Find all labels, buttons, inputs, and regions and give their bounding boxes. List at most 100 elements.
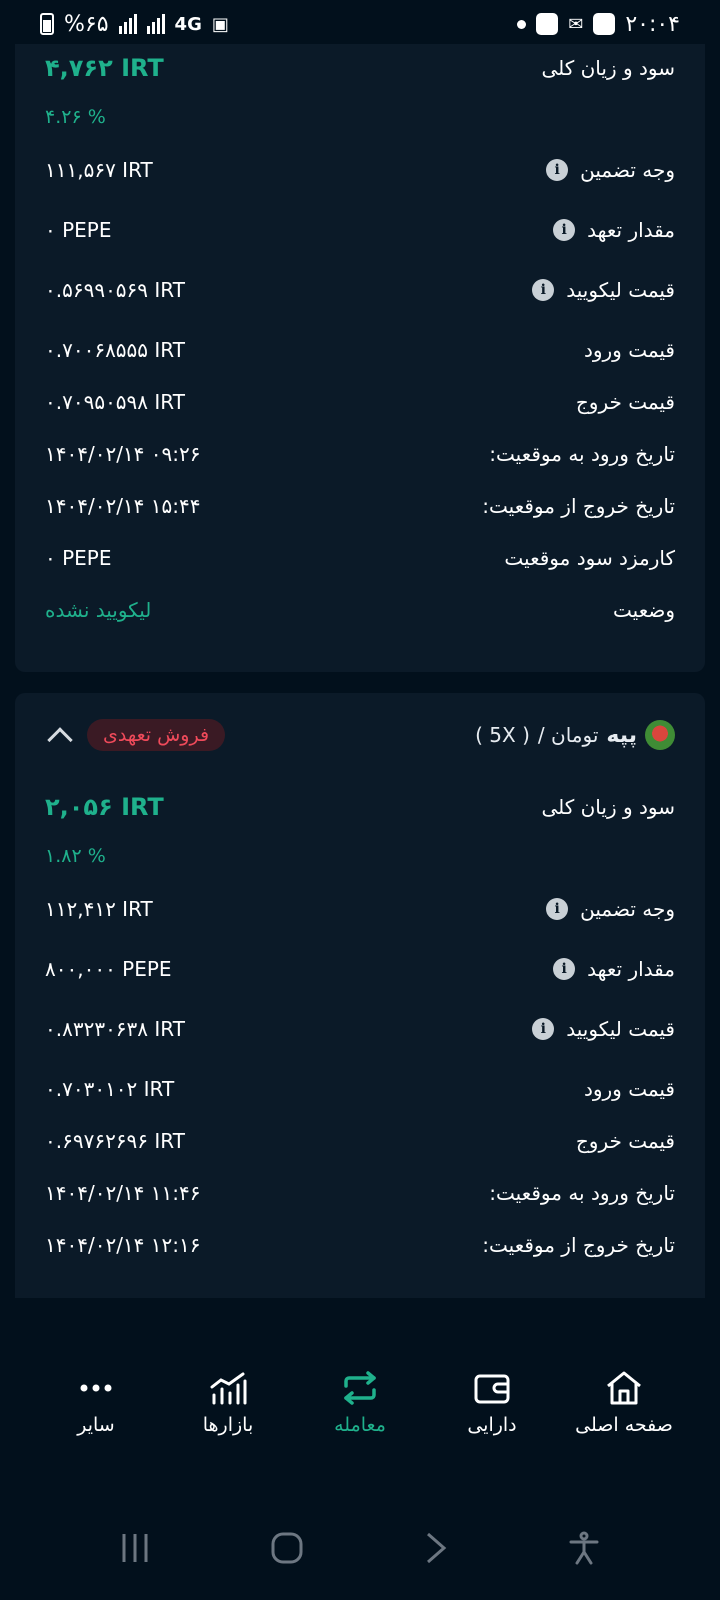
status-left: %۶۵ 4G ▣ xyxy=(40,12,229,37)
status-bar: %۶۵ 4G ▣ ✉ ۲۰:۰۴ xyxy=(0,0,720,48)
nav-markets-label: بازارها xyxy=(202,1414,254,1436)
commitment-row: ۸۰۰,۰۰۰ PEPE مقدار تعهد i xyxy=(45,957,675,981)
nav-more[interactable]: سایر xyxy=(36,1370,156,1436)
total-pnl-percent: ۴.۲۶ % xyxy=(45,106,106,128)
exit-price-label: قیمت خروج xyxy=(575,1129,675,1153)
total-pnl-percent: ۱.۸۲ % xyxy=(45,845,106,867)
network-type: 4G xyxy=(174,13,202,35)
margin-row: ۱۱۲,۴۱۲ IRT وجه تضمین i xyxy=(45,897,675,921)
status-label: وضعیت xyxy=(613,598,675,622)
info-icon[interactable]: i xyxy=(546,159,569,181)
liquidation-price-row: ۰.۸۳۲۳۰۶۳۸ IRT قیمت لیکویید i xyxy=(45,1017,675,1041)
exit-price-row: ۰.۷۰۹۵۰۵۹۸ IRT قیمت خروج xyxy=(45,390,675,414)
entry-price-value: ۰.۷۰۳۰۱۰۲ IRT xyxy=(45,1077,175,1101)
chevron-up-icon[interactable] xyxy=(47,727,73,753)
entry-price-row: ۰.۷۰۳۰۱۰۲ IRT قیمت ورود xyxy=(45,1077,675,1101)
nav-home-label: صفحه اصلی xyxy=(575,1414,673,1436)
exit-price-label: قیمت خروج xyxy=(575,390,675,414)
entry-price-row: ۰.۷۰۰۶۸۵۵۵ IRT قیمت ورود xyxy=(45,338,675,362)
commitment-label: مقدار تعهد xyxy=(587,218,675,242)
market-title: ( 5X ) / تومان پپه xyxy=(475,720,675,750)
info-icon[interactable]: i xyxy=(553,219,576,241)
info-icon[interactable]: i xyxy=(553,958,576,980)
info-icon[interactable]: i xyxy=(532,1018,555,1040)
nav-assets-label: دارایی xyxy=(467,1414,517,1436)
margin-value: ۱۱۲,۴۱۲ IRT xyxy=(45,897,153,921)
exit-price-value: ۰.۶۹۷۶۲۶۹۶ IRT xyxy=(45,1129,185,1153)
swap-arrows-icon xyxy=(340,1370,380,1406)
notification-dot-icon xyxy=(517,19,527,29)
total-pnl-label: سود و زیان کلی xyxy=(541,795,675,819)
image-notification-icon xyxy=(593,13,616,35)
total-pnl-value: ۴,۷۶۲ IRT xyxy=(45,54,164,82)
app-notification-icon-2: ✉ xyxy=(568,13,584,35)
sim-icon: ▣ xyxy=(211,13,229,35)
nav-markets[interactable]: بازارها xyxy=(168,1370,288,1436)
home-button-icon[interactable] xyxy=(270,1531,304,1569)
bottom-nav: سایر بازارها معامله دارایی صفحه اصلی xyxy=(0,1300,720,1460)
liquidation-price-label: قیمت لیکویید xyxy=(566,1017,675,1041)
commitment-value: ۸۰۰,۰۰۰ PEPE xyxy=(45,957,172,981)
exit-date-row: ۱۴۰۴/۰۲/۱۴ ۱۲:۱۶ تاریخ خروج از موقعیت: xyxy=(45,1233,675,1257)
position-card-1: ۴,۷۶۲ IRT سود و زیان کلی ۴.۲۶ % ۱۱۱,۵۶۷ … xyxy=(15,44,705,672)
leverage: ( 5X ) xyxy=(475,723,530,747)
system-nav-bar xyxy=(0,1500,720,1600)
nav-more-label: سایر xyxy=(77,1414,115,1436)
position-header: فروش تعهدی ( 5X ) / تومان پپه xyxy=(45,715,675,755)
back-icon[interactable] xyxy=(424,1531,448,1569)
commitment-label: مقدار تعهد xyxy=(587,957,675,981)
signal-icon xyxy=(118,14,137,34)
margin-label: وجه تضمین xyxy=(580,897,675,921)
exit-price-row: ۰.۶۹۷۶۲۶۹۶ IRT قیمت خروج xyxy=(45,1129,675,1153)
quote-currency: / تومان xyxy=(537,723,599,747)
position-card-2: فروش تعهدی ( 5X ) / تومان پپه ۲,۰۵۶ IRT … xyxy=(15,693,705,1298)
margin-row: ۱۱۱,۵۶۷ IRT وجه تضمین i xyxy=(45,158,675,182)
wallet-icon xyxy=(472,1370,512,1406)
exit-date-value: ۱۴۰۴/۰۲/۱۴ ۱۵:۴۴ xyxy=(45,494,201,518)
exit-date-label: تاریخ خروج از موقعیت: xyxy=(482,1233,675,1257)
entry-date-value: ۱۴۰۴/۰۲/۱۴ ۱۱:۴۶ xyxy=(45,1181,201,1205)
exit-date-label: تاریخ خروج از موقعیت: xyxy=(482,494,675,518)
side-badge: فروش تعهدی xyxy=(87,719,226,751)
entry-date-value: ۱۴۰۴/۰۲/۱۴ ۰۹:۲۶ xyxy=(45,442,201,466)
margin-value: ۱۱۱,۵۶۷ IRT xyxy=(45,158,153,182)
exit-date-value: ۱۴۰۴/۰۲/۱۴ ۱۲:۱۶ xyxy=(45,1233,201,1257)
status-value: لیکویید نشده xyxy=(45,598,152,622)
nav-trade-label: معامله xyxy=(334,1414,386,1436)
margin-label: وجه تضمین xyxy=(580,158,675,182)
entry-price-value: ۰.۷۰۰۶۸۵۵۵ IRT xyxy=(45,338,185,362)
exit-price-value: ۰.۷۰۹۵۰۵۹۸ IRT xyxy=(45,390,185,414)
info-icon[interactable]: i xyxy=(546,898,569,920)
liquidation-price-label: قیمت لیکویید xyxy=(566,278,675,302)
base-coin: پپه xyxy=(606,722,637,748)
info-icon[interactable]: i xyxy=(532,279,555,301)
entry-date-label: تاریخ ورود به موقعیت: xyxy=(489,442,675,466)
entry-price-label: قیمت ورود xyxy=(583,338,675,362)
recent-apps-icon[interactable] xyxy=(120,1532,150,1568)
entry-date-row: ۱۴۰۴/۰۲/۱۴ ۱۱:۴۶ تاریخ ورود به موقعیت: xyxy=(45,1181,675,1205)
entry-price-label: قیمت ورود xyxy=(583,1077,675,1101)
home-icon xyxy=(604,1370,644,1406)
fee-label: کارمزد سود موقعیت xyxy=(504,546,675,570)
liquidation-price-value: ۰.۸۳۲۳۰۶۳۸ IRT xyxy=(45,1017,185,1041)
signal-icon-2 xyxy=(146,14,165,34)
battery-level: %۶۵ xyxy=(64,11,109,37)
nav-trade[interactable]: معامله xyxy=(300,1370,420,1436)
entry-date-label: تاریخ ورود به موقعیت: xyxy=(489,1181,675,1205)
commitment-row: ۰ PEPE مقدار تعهد i xyxy=(45,218,675,242)
accessibility-icon[interactable] xyxy=(568,1531,600,1569)
more-dots-icon xyxy=(76,1370,116,1406)
status-right: ✉ ۲۰:۰۴ xyxy=(517,12,680,37)
entry-date-row: ۱۴۰۴/۰۲/۱۴ ۰۹:۲۶ تاریخ ورود به موقعیت: xyxy=(45,442,675,466)
fee-row: ۰ PEPE کارمزد سود موقعیت xyxy=(45,546,675,570)
battery-icon xyxy=(40,13,54,35)
total-pnl-label: سود و زیان کلی xyxy=(541,56,675,80)
exit-date-row: ۱۴۰۴/۰۲/۱۴ ۱۵:۴۴ تاریخ خروج از موقعیت: xyxy=(45,494,675,518)
app-notification-icon xyxy=(536,13,559,35)
nav-home[interactable]: صفحه اصلی xyxy=(564,1370,684,1436)
total-pnl-value: ۲,۰۵۶ IRT xyxy=(45,793,164,821)
nav-assets[interactable]: دارایی xyxy=(432,1370,552,1436)
chart-icon xyxy=(208,1370,248,1406)
status-row: لیکویید نشده وضعیت xyxy=(45,598,675,622)
clock: ۲۰:۰۴ xyxy=(625,11,680,37)
